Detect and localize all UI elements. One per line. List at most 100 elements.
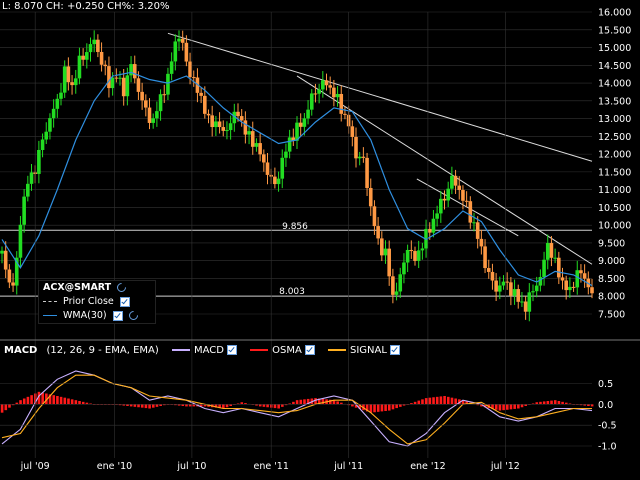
candle-body: [3, 250, 8, 270]
candle-body: [313, 93, 318, 95]
legend-symbol[interactable]: ACX@SMART: [43, 281, 129, 294]
legend-item-prior-close: Prior Close: [43, 296, 130, 307]
osma-bar: [428, 397, 432, 405]
candle-body: [486, 268, 491, 272]
candle-body: [498, 285, 502, 292]
candle-body: [453, 175, 458, 186]
candle-body: [545, 243, 550, 260]
macd-checkbox[interactable]: [226, 345, 237, 355]
osma-bar: [384, 404, 387, 411]
osma-bar: [155, 404, 159, 407]
x-tick-label: jul '11: [333, 461, 363, 472]
osma-bar: [509, 404, 513, 410]
macd-title: MACD: [4, 345, 38, 356]
osma-bar: [281, 404, 284, 407]
wma-checkbox[interactable]: [112, 310, 123, 321]
candle-body: [177, 38, 181, 42]
chart-canvas: 16.000 15.500 15.000 14.500 14.000 13.500 13.0…: [0, 8, 640, 472]
candle-body: [158, 94, 163, 112]
candle-body: [339, 93, 344, 114]
macd-line-icon: [171, 349, 190, 351]
legend-item-macd: MACD: [171, 345, 240, 356]
osma-bar: [446, 396, 450, 405]
candle-body: [258, 143, 262, 155]
wrench-icon[interactable]: [126, 309, 140, 322]
y-tick-label: 15.500: [598, 25, 631, 36]
candle-body: [435, 213, 439, 219]
candle-body: [276, 178, 281, 185]
candle-body: [475, 222, 480, 239]
candle-body: [62, 66, 67, 93]
osma-bar: [369, 404, 373, 413]
osma-bar: [502, 404, 505, 411]
osma-bar: [303, 399, 306, 405]
signal-checkbox[interactable]: [389, 345, 400, 355]
candle-body: [162, 94, 167, 96]
candle-body: [59, 92, 63, 99]
macd-tick-label: 0.5: [598, 379, 613, 390]
candle-body: [29, 172, 34, 184]
candle-body: [494, 280, 498, 292]
candle-body: [357, 156, 362, 159]
osma-bar: [321, 398, 325, 405]
candle-body: [523, 301, 528, 312]
osma-bar: [380, 404, 384, 412]
candle-body: [217, 121, 222, 128]
osma-bar: [417, 400, 421, 405]
candle-body: [184, 42, 189, 62]
osma-bar: [517, 404, 520, 409]
candle-body: [7, 269, 12, 283]
osma-bar: [421, 399, 424, 405]
wma-line: [1, 71, 593, 287]
candle-body: [66, 66, 71, 83]
candle-body: [564, 280, 568, 291]
macd-params: (12, 26, 9 - EMA, EMA): [46, 345, 159, 356]
candle-body: [254, 143, 259, 147]
osma-checkbox[interactable]: [304, 345, 315, 355]
candle-body: [343, 113, 347, 115]
candle-body: [37, 149, 41, 174]
y-tick-label: 16.000: [598, 8, 631, 19]
osma-bar: [520, 404, 524, 408]
prior-close-checkbox[interactable]: [119, 296, 130, 307]
osma-bar: [56, 396, 59, 405]
candle-body: [129, 64, 133, 76]
candle-body: [88, 44, 93, 53]
candle-body: [557, 257, 561, 278]
candle-body: [380, 238, 384, 256]
candle-body: [125, 75, 130, 97]
candle-body: [151, 118, 155, 123]
candle-body: [107, 66, 111, 89]
osma-bar: [295, 400, 299, 405]
osma-bar: [240, 402, 244, 405]
x-tick-label: ene '12: [410, 461, 445, 472]
candle-body: [501, 281, 506, 286]
legend-label: WMA(30): [63, 310, 107, 321]
candle-body: [520, 301, 524, 303]
candle-body: [461, 189, 465, 201]
osma-bar: [454, 398, 457, 405]
candle-body: [365, 157, 369, 189]
candle-body: [368, 188, 373, 207]
y-tick-label: 15.000: [598, 43, 631, 54]
candle-body: [439, 198, 443, 214]
candle-body: [590, 287, 594, 294]
candle-body: [335, 93, 340, 98]
osma-bar: [450, 397, 454, 405]
legend-label: MACD: [193, 345, 224, 356]
y-tick-label: 12.000: [598, 150, 631, 161]
x-tick-label: jul '12: [490, 461, 520, 472]
osma-bar: [4, 404, 8, 411]
osma-bar: [192, 404, 196, 407]
osma-histogram: [0, 391, 594, 413]
wrench-icon[interactable]: [115, 281, 129, 294]
candle-body: [284, 151, 288, 158]
osma-bar: [140, 404, 144, 408]
trendlines: [167, 32, 593, 265]
candle-body: [383, 248, 388, 256]
osma-bar: [373, 404, 376, 413]
candle-body: [309, 93, 314, 110]
candle-body: [247, 131, 251, 135]
y-tick-label: 8.500: [598, 274, 625, 285]
candle-body: [26, 183, 30, 197]
